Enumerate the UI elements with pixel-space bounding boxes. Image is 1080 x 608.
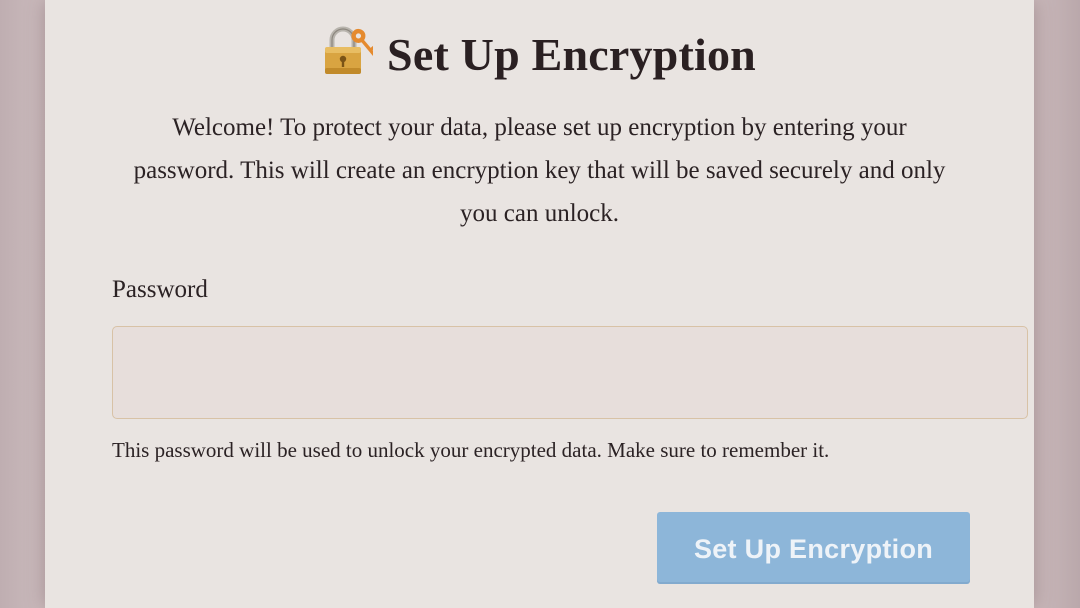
intro-text: Welcome! To protect your data, please se… <box>115 106 964 235</box>
dialog-title: Set Up Encryption <box>387 29 756 80</box>
backdrop-right <box>1034 0 1080 608</box>
intro-line: password. This will create an encryption… <box>133 157 946 184</box>
encryption-setup-dialog: Set Up Encryption Welcome! To protect yo… <box>45 0 1034 608</box>
password-label: Password <box>112 276 208 303</box>
set-up-encryption-button[interactable]: Set Up Encryption <box>657 512 970 584</box>
intro-line: Welcome! To protect your data, please se… <box>172 114 907 141</box>
backdrop-left <box>0 0 46 608</box>
locked-with-key-icon <box>323 25 378 77</box>
intro-line: you can unlock. <box>460 200 619 227</box>
password-input[interactable] <box>112 326 1028 419</box>
dialog-header: Set Up Encryption <box>45 25 1034 81</box>
password-help-text: This password will be used to unlock you… <box>112 438 830 462</box>
